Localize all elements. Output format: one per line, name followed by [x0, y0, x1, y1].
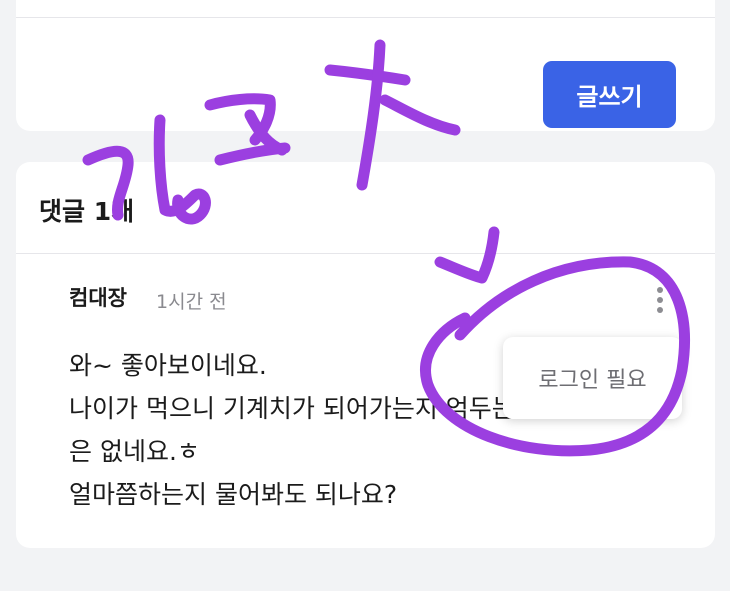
divider — [16, 17, 715, 18]
comments-title: 댓글 1개 — [39, 197, 135, 226]
comment-author[interactable]: 컴대장 — [69, 282, 127, 312]
write-button[interactable]: 글쓰기 — [543, 61, 676, 128]
login-required-menu-item[interactable]: 로그인 필요 — [503, 337, 682, 419]
comment-time: 1시간 전 — [156, 291, 227, 313]
more-options-icon[interactable] — [653, 287, 667, 313]
divider — [16, 253, 715, 254]
